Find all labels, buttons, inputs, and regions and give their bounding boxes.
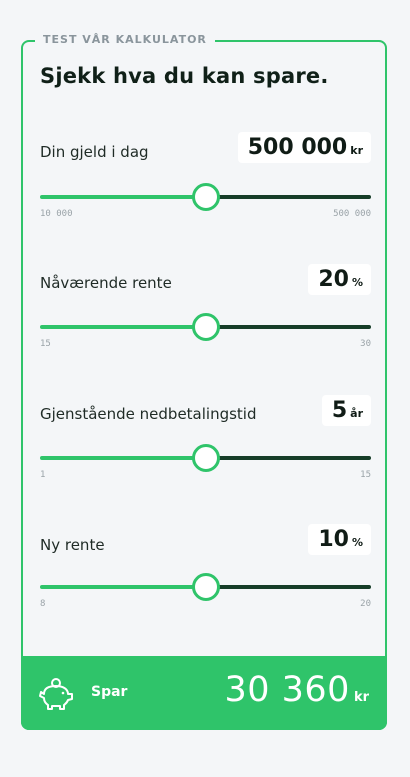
debt-slider-rest [206,195,371,199]
calculator-card: TEST VÅR KALKULATOR Sjekk hva du kan spa… [21,33,387,730]
debt-slider-thumb[interactable] [192,183,220,211]
new-rate-value: 10 [318,527,349,552]
new-rate-label: Ny rente [40,536,105,554]
remaining-term-slider[interactable] [40,443,371,473]
savings-value: 30 360 [224,670,350,710]
remaining-term-max-label: 15 [360,470,371,480]
remaining-term-unit: år [350,407,363,420]
new-rate-slider[interactable] [40,572,371,602]
new-rate-slider-fill [40,585,206,589]
current-rate-value-box[interactable]: 20 % [308,264,371,295]
debt-min-label: 10 000 [40,209,73,219]
remaining-term-value: 5 [331,398,348,423]
debt-unit: kr [350,144,363,157]
current-rate-min-label: 15 [40,339,51,349]
current-rate-slider-thumb[interactable] [192,313,220,341]
new-rate-slider-thumb[interactable] [192,573,220,601]
new-rate-value-box[interactable]: 10 % [308,524,371,555]
calculator-title: Sjekk hva du kan spare. [40,64,329,88]
remaining-term-slider-rest [206,456,371,460]
savings-result: 30 360 kr [224,670,369,710]
current-rate-label: Nåværende rente [40,274,172,292]
current-rate-max-label: 30 [360,339,371,349]
debt-slider-fill [40,195,206,199]
current-rate-value: 20 [318,267,349,292]
new-rate-slider-rest [206,585,371,589]
debt-label: Din gjeld i dag [40,143,149,161]
savings-footer: Spar 30 360 kr [21,656,387,730]
current-rate-slider-rest [206,325,371,329]
savings-label: Spar [91,684,128,700]
remaining-term-label: Gjenstående nedbetalingstid [40,405,257,423]
debt-slider[interactable] [40,182,371,212]
new-rate-unit: % [351,536,363,549]
current-rate-unit: % [351,276,363,289]
remaining-term-slider-fill [40,456,206,460]
debt-value-box[interactable]: 500 000 kr [237,132,371,163]
debt-value: 500 000 [247,135,348,160]
new-rate-min-label: 8 [40,599,46,609]
debt-max-label: 500 000 [333,209,371,219]
calculator-legend: TEST VÅR KALKULATOR [35,33,215,46]
current-rate-slider[interactable] [40,312,371,342]
remaining-term-slider-thumb[interactable] [192,444,220,472]
remaining-term-min-label: 1 [40,470,46,480]
new-rate-max-label: 20 [360,599,371,609]
piggy-bank-icon [39,678,73,710]
remaining-term-value-box[interactable]: 5 år [321,395,371,426]
savings-unit: kr [353,690,369,705]
current-rate-slider-fill [40,325,206,329]
